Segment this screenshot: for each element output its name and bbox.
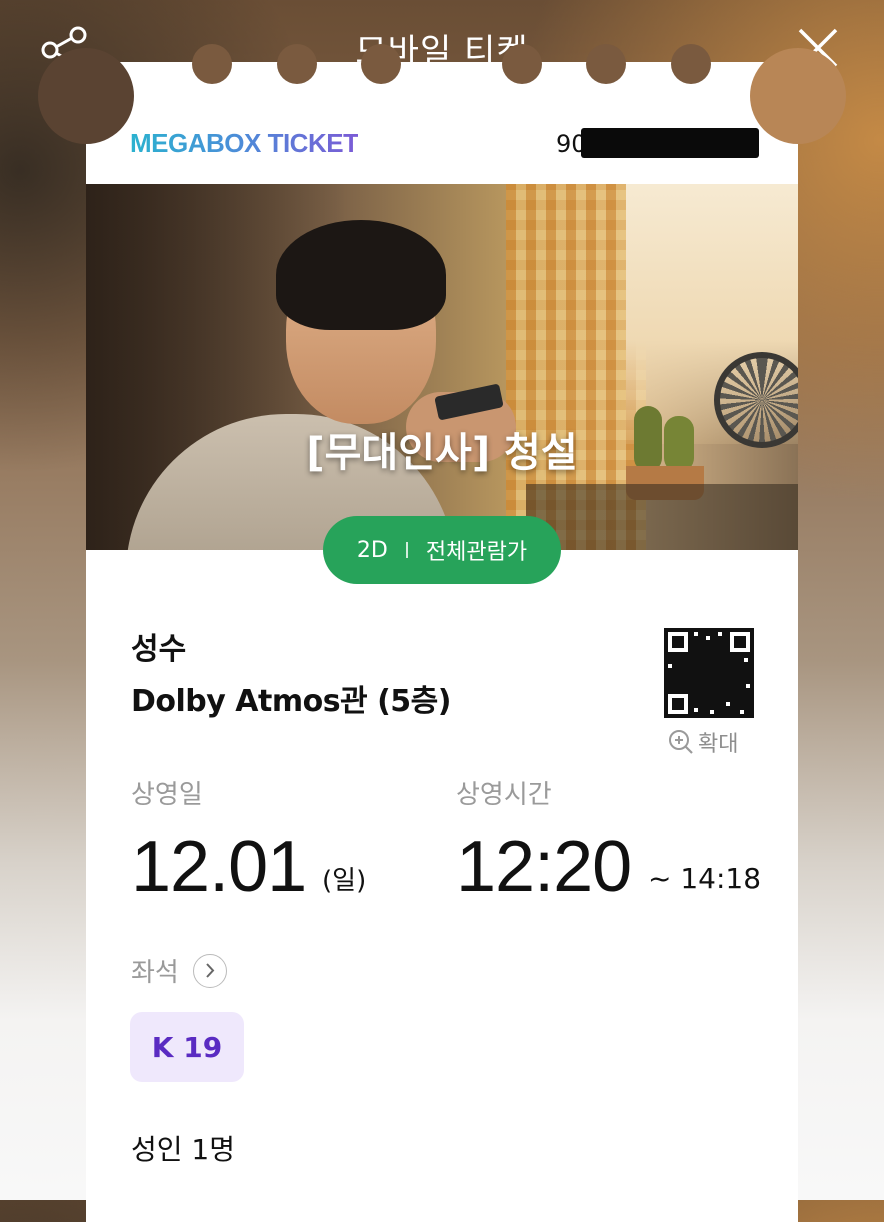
screening-date-label: 상영일 bbox=[131, 780, 203, 810]
pill-divider bbox=[405, 542, 408, 558]
table-graphic bbox=[526, 484, 798, 550]
chevron-right-icon bbox=[206, 963, 215, 978]
movie-poster: [무대인사] 청설 bbox=[86, 184, 798, 550]
qr-zoom-button[interactable]: 확대 bbox=[668, 726, 738, 758]
cinema-name: 성수 bbox=[131, 632, 187, 667]
screen-name: Dolby Atmos관 (5층) bbox=[131, 684, 452, 719]
ticket-notch bbox=[192, 44, 232, 84]
screening-day: (일) bbox=[322, 866, 367, 896]
brand-logo: MEGABOX TICKET bbox=[130, 128, 359, 158]
ticket-notch bbox=[502, 44, 542, 84]
end-time: ~ 14:18 bbox=[648, 862, 762, 895]
format-label: 2D bbox=[356, 537, 388, 563]
zoom-in-icon bbox=[669, 730, 693, 754]
start-time: 12:20 bbox=[456, 827, 632, 907]
screening-time-label: 상영시간 bbox=[456, 780, 552, 810]
ticket-header: MEGABOX TICKET 90 bbox=[86, 120, 798, 184]
redaction-mark bbox=[581, 128, 759, 158]
seat-detail-button[interactable] bbox=[193, 954, 227, 988]
seat-badge: K 19 bbox=[130, 1012, 244, 1082]
person-hair-graphic bbox=[276, 220, 446, 330]
ticket-notch bbox=[586, 44, 626, 84]
zoom-label: 확대 bbox=[698, 732, 739, 757]
ticket-notch bbox=[277, 44, 317, 84]
qr-code[interactable] bbox=[664, 628, 754, 718]
rating-label: 전체관람가 bbox=[425, 540, 528, 565]
ticket-notch bbox=[361, 44, 401, 84]
screening-date: 12.01 bbox=[131, 827, 307, 907]
qr-code-graphic bbox=[664, 628, 754, 718]
movie-title: [무대인사] 청설 bbox=[306, 430, 578, 476]
format-rating-badge: 2D 전체관람가 bbox=[323, 516, 561, 584]
audience-count: 성인 1명 bbox=[131, 1133, 235, 1166]
seat-label: 좌석 bbox=[131, 958, 179, 988]
ticket-notch bbox=[671, 44, 711, 84]
